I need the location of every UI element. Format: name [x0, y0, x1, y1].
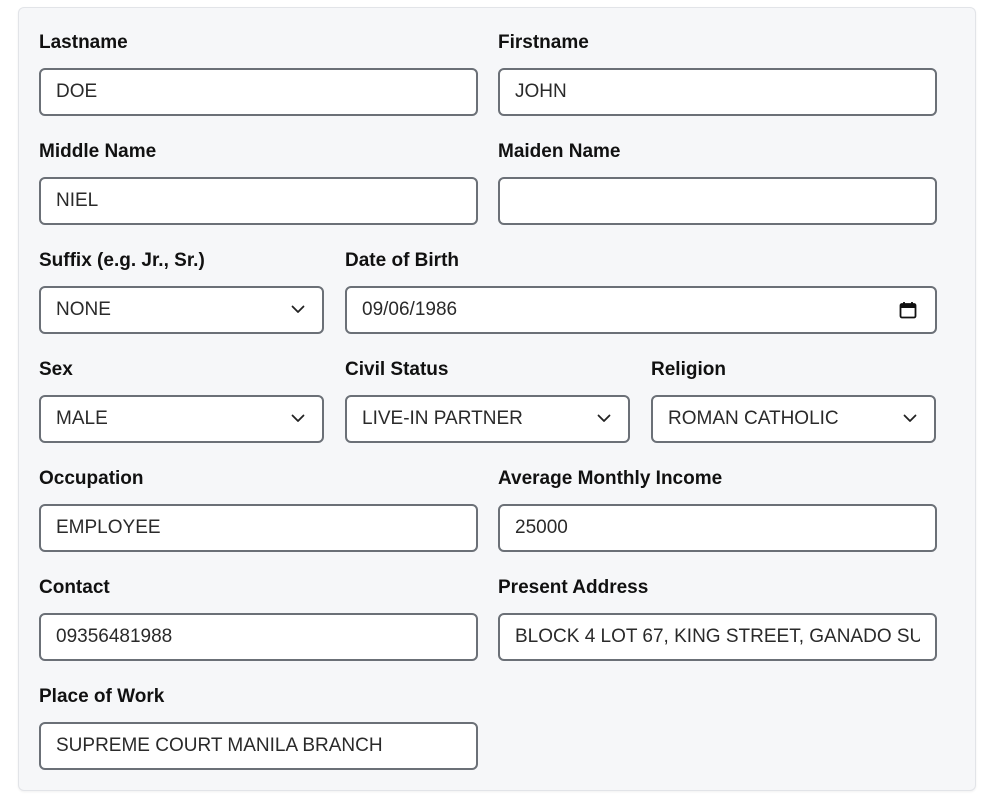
lastname-input[interactable]: DOE [39, 68, 478, 116]
suffix-value: NONE [56, 299, 111, 320]
religion-value: ROMAN CATHOLIC [668, 408, 839, 429]
contact-label: Contact [39, 577, 110, 598]
calendar-icon[interactable] [899, 301, 917, 319]
firstname-value: JOHN [515, 81, 567, 102]
present-address-value: BLOCK 4 LOT 67, KING STREET, GANADO SU [515, 626, 920, 647]
sex-label: Sex [39, 359, 73, 380]
contact-input[interactable]: 09356481988 [39, 613, 478, 661]
chevron-down-icon [903, 414, 917, 422]
lastname-label: Lastname [39, 32, 128, 53]
religion-select[interactable]: ROMAN CATHOLIC [651, 395, 936, 443]
religion-label: Religion [651, 359, 726, 380]
lastname-value: DOE [56, 81, 98, 102]
chevron-down-icon [291, 414, 305, 422]
place-of-work-value: SUPREME COURT MANILA BRANCH [56, 735, 383, 756]
firstname-label: Firstname [498, 32, 589, 53]
average-monthly-income-label: Average Monthly Income [498, 468, 723, 489]
civil-status-value: LIVE-IN PARTNER [362, 408, 523, 429]
average-monthly-income-value: 25000 [515, 517, 568, 538]
present-address-input[interactable]: BLOCK 4 LOT 67, KING STREET, GANADO SU [498, 613, 937, 661]
suffix-select[interactable]: NONE [39, 286, 324, 334]
sex-value: MALE [56, 408, 108, 429]
occupation-value: EMPLOYEE [56, 517, 161, 538]
place-of-work-label: Place of Work [39, 686, 165, 707]
occupation-input[interactable]: EMPLOYEE [39, 504, 478, 552]
present-address-label: Present Address [498, 577, 649, 598]
date-of-birth-input[interactable]: 09/06/1986 [345, 286, 937, 334]
suffix-label: Suffix (e.g. Jr., Sr.) [39, 250, 205, 271]
firstname-input[interactable]: JOHN [498, 68, 937, 116]
middle-name-input[interactable]: NIEL [39, 177, 478, 225]
middle-name-label: Middle Name [39, 141, 157, 162]
date-of-birth-label: Date of Birth [345, 250, 459, 271]
maiden-name-label: Maiden Name [498, 141, 621, 162]
place-of-work-input[interactable]: SUPREME COURT MANILA BRANCH [39, 722, 478, 770]
maiden-name-input[interactable] [498, 177, 937, 225]
middle-name-value: NIEL [56, 190, 99, 211]
chevron-down-icon [291, 305, 305, 313]
occupation-label: Occupation [39, 468, 144, 489]
chevron-down-icon [597, 414, 611, 422]
sex-select[interactable]: MALE [39, 395, 324, 443]
civil-status-label: Civil Status [345, 359, 449, 380]
contact-value: 09356481988 [56, 626, 173, 647]
civil-status-select[interactable]: LIVE-IN PARTNER [345, 395, 630, 443]
average-monthly-income-input[interactable]: 25000 [498, 504, 937, 552]
date-of-birth-value: 09/06/1986 [362, 299, 458, 320]
